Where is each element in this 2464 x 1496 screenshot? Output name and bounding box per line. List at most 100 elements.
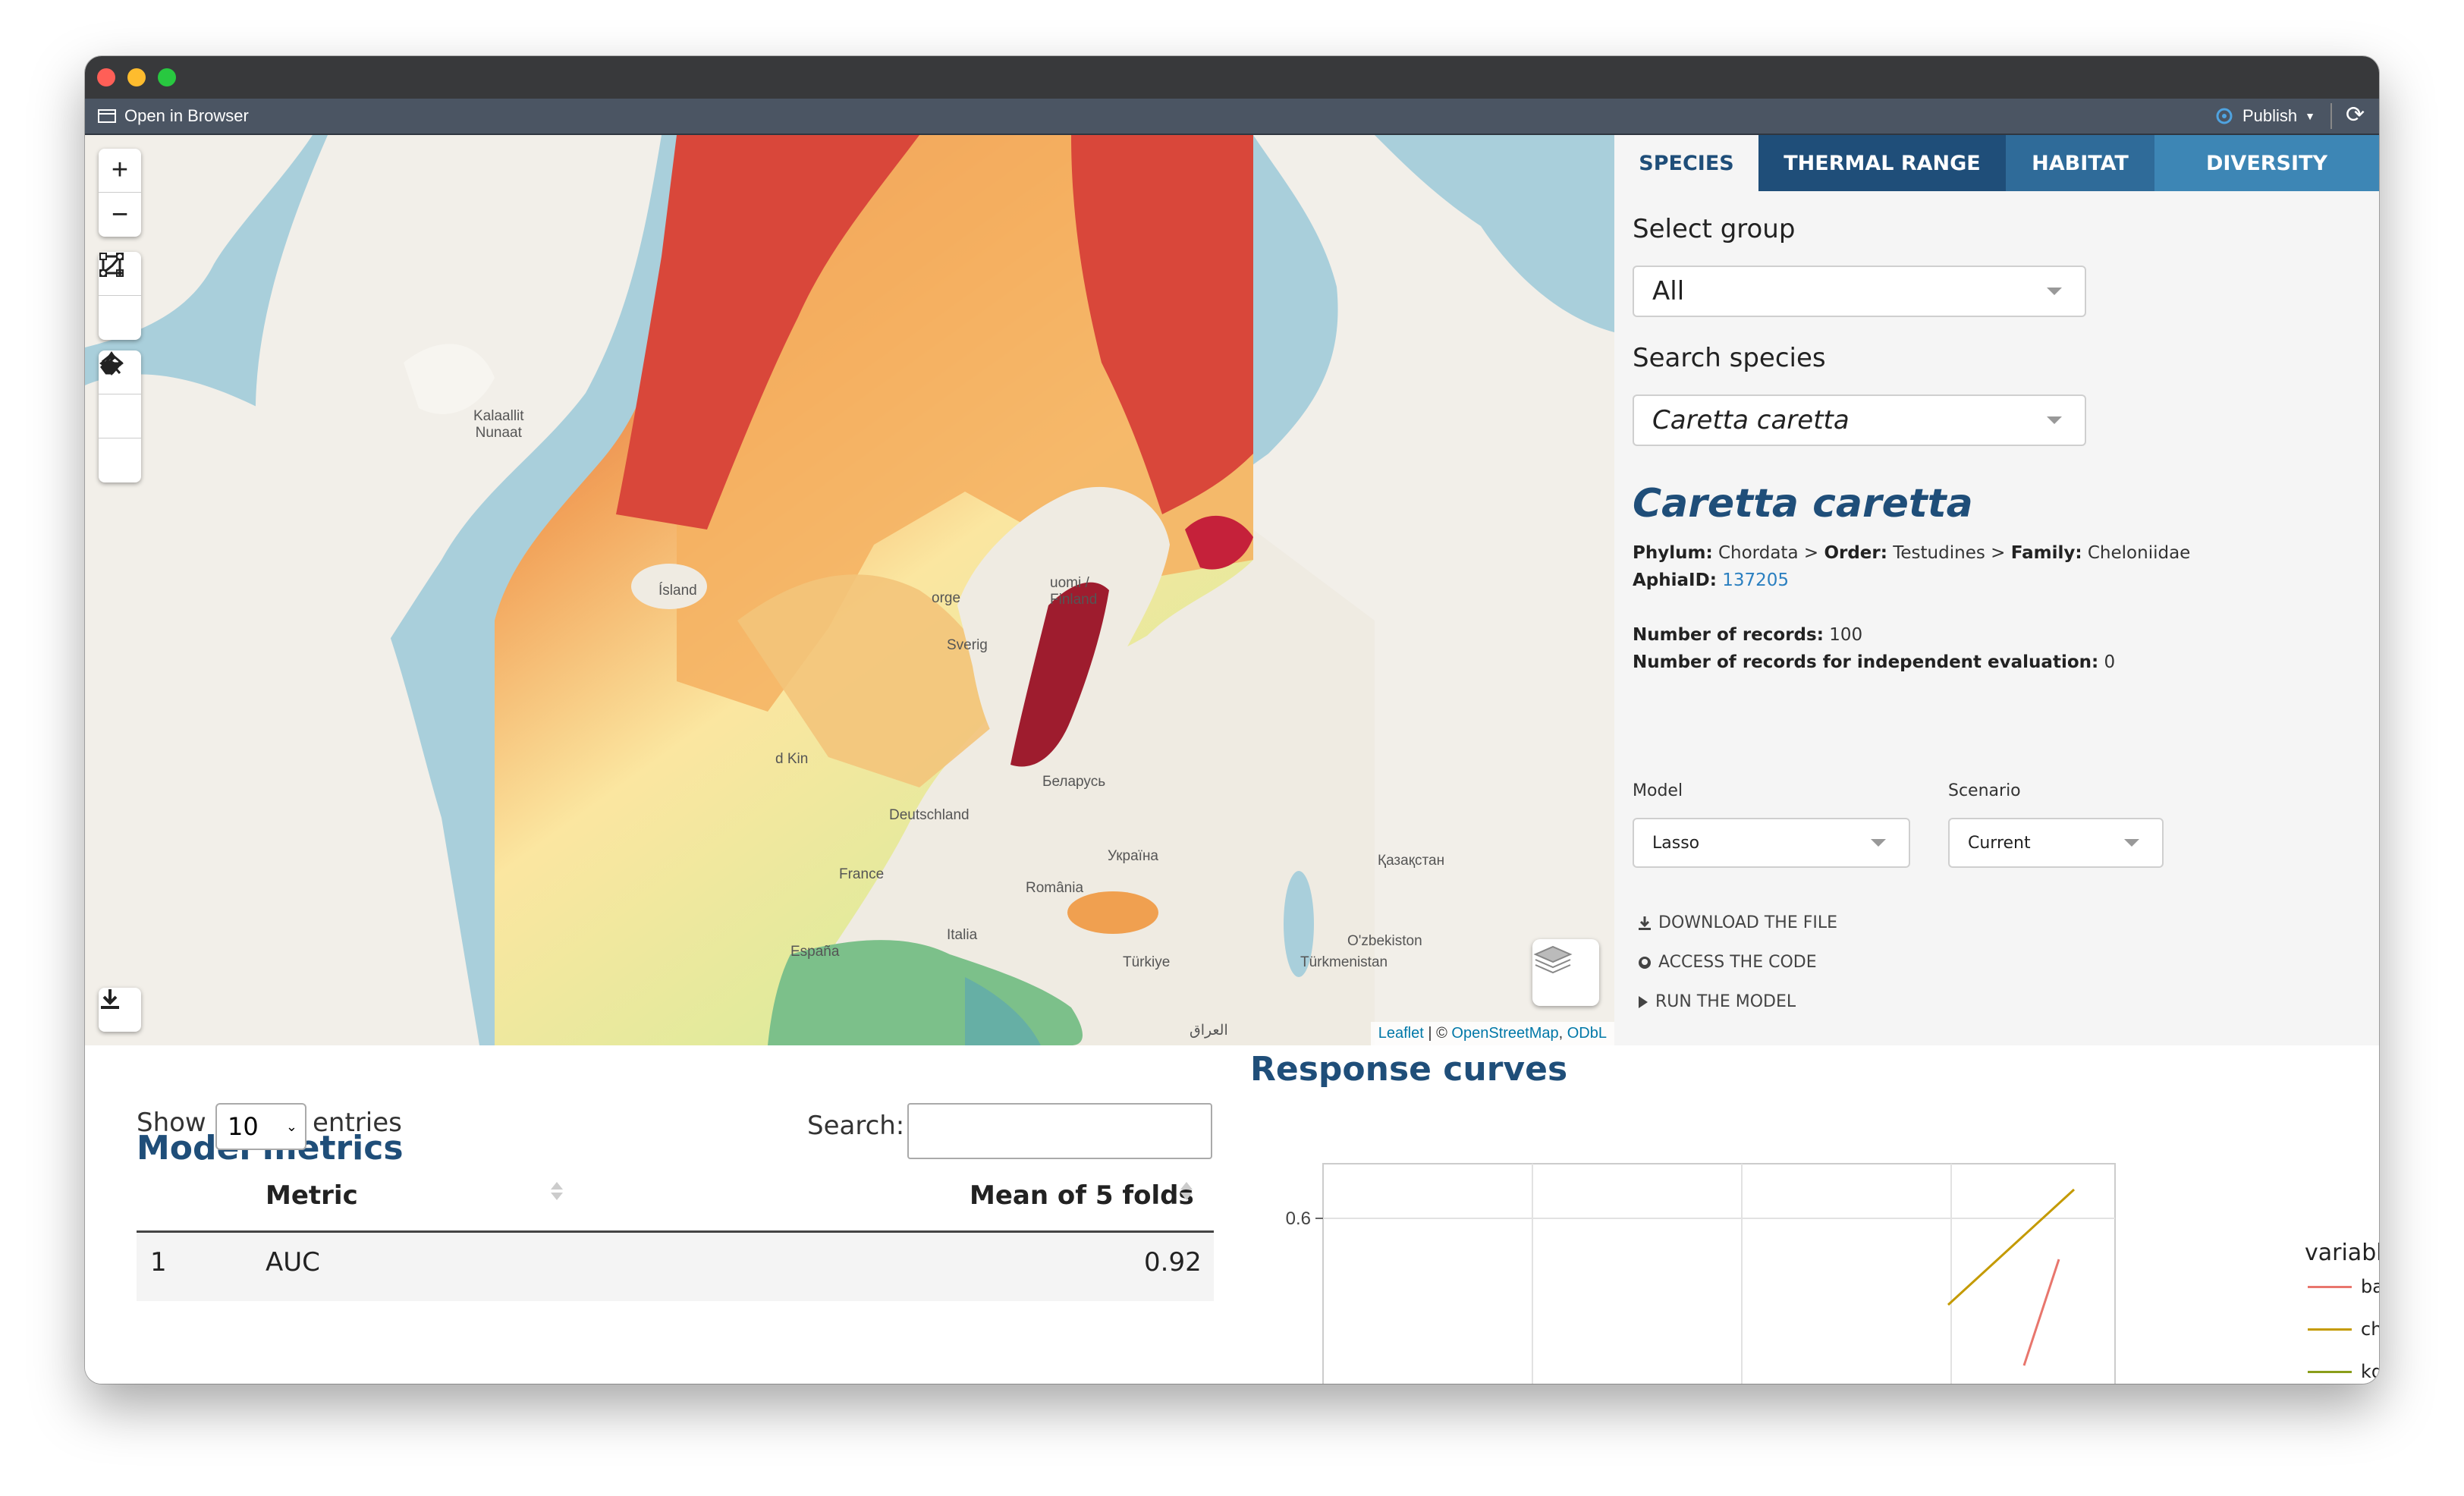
map-label-uzbekistan: O'zbekiston	[1347, 933, 1422, 949]
map-label-spain: España	[790, 944, 840, 960]
legend-title: variable	[2305, 1240, 2379, 1266]
download-map-control	[99, 988, 141, 1032]
refresh-icon: ⟳	[2346, 102, 2365, 127]
map-canvas	[85, 135, 1614, 1045]
refresh-button[interactable]: ⟳	[2346, 102, 2365, 128]
species-title: Caretta caretta	[1633, 481, 1973, 526]
access-code-button[interactable]: ACCESS THE CODE	[1637, 953, 1817, 972]
independent-records-label: Number of records for independent evalua…	[1633, 652, 2099, 672]
draw-toolbar	[99, 252, 141, 340]
chevron-down-icon: ⌄	[285, 1118, 297, 1135]
legend-swatch	[2308, 1328, 2352, 1331]
open-in-browser-button[interactable]: Open in Browser	[97, 106, 249, 126]
scenario-dropdown[interactable]: Current	[1948, 818, 2164, 868]
model-dropdown[interactable]: Lasso	[1633, 818, 1910, 868]
map-label-iceland: Ísland	[658, 583, 697, 599]
legend-item: chl_mean	[2308, 1318, 2379, 1340]
legend-label: chl_mean	[2361, 1318, 2379, 1340]
run-model-button[interactable]: RUN THE MODEL	[1637, 992, 1796, 1011]
sort-icon	[1180, 1182, 1193, 1200]
records-value: 100	[1829, 625, 1863, 645]
response-chart-svg: 0.6	[1286, 1163, 2116, 1384]
zoom-out-button[interactable]: −	[99, 193, 141, 237]
app-window: Open in Browser Publish ▼ ⟳ Kalaallit Nu…	[85, 56, 2379, 1384]
attribution-separator: | ©	[1423, 1025, 1452, 1042]
publish-button[interactable]: Publish ▼	[2214, 106, 2315, 126]
delete-layers-button[interactable]	[99, 353, 141, 482]
species-sidebar: SPECIES THERMAL RANGE HABITAT DIVERSITY …	[1614, 135, 2379, 1045]
eraser-icon	[100, 353, 124, 375]
metric-column-header[interactable]: Metric	[266, 1180, 358, 1211]
github-icon	[1639, 956, 1651, 969]
select-group-dropdown[interactable]: All	[1633, 266, 2086, 317]
download-file-label: DOWNLOAD THE FILE	[1658, 913, 1838, 932]
map-label-france: France	[839, 866, 885, 882]
map-label-finland: uomi / Finland	[1050, 575, 1098, 608]
leaflet-link[interactable]: Leaflet	[1378, 1025, 1424, 1042]
leaflet-map[interactable]: Kalaallit Nunaat Ísland orge uomi / Finl…	[85, 135, 1614, 1045]
close-window-button[interactable]	[97, 68, 115, 86]
map-label-norway: orge	[932, 590, 961, 606]
chevron-down-icon	[2047, 416, 2062, 424]
order-value: Testudines	[1893, 543, 1985, 563]
open-in-browser-label: Open in Browser	[124, 106, 249, 125]
browser-icon	[98, 109, 116, 123]
run-model-label: RUN THE MODEL	[1655, 992, 1796, 1011]
zoom-in-button[interactable]: +	[99, 149, 141, 193]
show-label: Show	[137, 1108, 206, 1138]
independent-records-value: 0	[2104, 652, 2116, 672]
download-file-button[interactable]: DOWNLOAD THE FILE	[1637, 913, 1837, 932]
publish-icon	[2216, 108, 2233, 124]
polyline-icon	[99, 253, 124, 277]
map-label-turkmenistan: Türkmenistan	[1300, 954, 1388, 970]
minimize-window-button[interactable]	[127, 68, 146, 86]
aphia-label: AphiaID:	[1633, 570, 1717, 590]
scenario-label: Scenario	[1948, 781, 2021, 800]
tab-species[interactable]: SPECIES	[1614, 135, 1758, 191]
title-bar	[85, 56, 2379, 99]
legend-label: kdpar_mean	[2361, 1361, 2379, 1382]
access-code-label: ACCESS THE CODE	[1658, 953, 1817, 972]
row-mean: 0.92	[1144, 1247, 1202, 1278]
family-value: Cheloniidae	[2087, 543, 2191, 563]
map-attribution: Leaflet | © OpenStreetMap, ODbL	[1370, 1022, 1614, 1045]
download-icon	[101, 989, 119, 1009]
draw-polyline-button[interactable]	[99, 253, 141, 340]
search-species-dropdown[interactable]: Caretta caretta	[1633, 394, 2086, 446]
map-label-romania: România	[1026, 880, 1084, 896]
family-label: Family:	[2010, 543, 2082, 563]
y-tick-label: 0.6	[1286, 1208, 1311, 1229]
response-curves-chart: 0.6	[1258, 1146, 2130, 1384]
download-icon	[1639, 916, 1651, 930]
download-map-button[interactable]	[99, 988, 141, 1032]
chevron-down-icon: ▼	[2305, 110, 2316, 122]
tab-diversity[interactable]: DIVERSITY	[2154, 135, 2379, 191]
entries-label: entries	[313, 1108, 402, 1138]
mean-column-header[interactable]: Mean of 5 folds	[970, 1180, 1194, 1211]
tab-bar: SPECIES THERMAL RANGE HABITAT DIVERSITY	[1614, 135, 2379, 191]
aphia-id-link[interactable]: 137205	[1722, 570, 1789, 590]
minus-icon: −	[111, 198, 129, 231]
publish-label: Publish	[2242, 106, 2298, 125]
map-label-iraq: العراق	[1190, 1023, 1228, 1039]
entries-select-value: 10	[228, 1112, 259, 1141]
phylum-label: Phylum:	[1633, 543, 1713, 563]
table-search-input[interactable]	[907, 1103, 1212, 1159]
response-curves-title: Response curves	[1250, 1050, 1568, 1089]
move-button[interactable]	[99, 351, 141, 438]
tab-habitat[interactable]: HABITAT	[2006, 135, 2154, 191]
scenario-value: Current	[1968, 833, 2031, 853]
odbl-link[interactable]: ODbL	[1567, 1025, 1607, 1042]
zoom-control: + −	[99, 149, 141, 237]
map-label-ukraine: Україна	[1108, 848, 1159, 864]
plus-icon: +	[111, 154, 129, 186]
maximize-window-button[interactable]	[158, 68, 176, 86]
openstreetmap-link[interactable]: OpenStreetMap	[1451, 1025, 1558, 1042]
entries-select[interactable]: 10 ⌄	[215, 1103, 306, 1150]
map-label-belarus: Беларусь	[1042, 774, 1106, 790]
tab-thermal-range[interactable]: THERMAL RANGE	[1758, 135, 2006, 191]
layers-button[interactable]	[1532, 939, 1599, 1006]
records-line: Number of records: 100	[1633, 625, 1862, 645]
map-label-turkiye: Türkiye	[1123, 954, 1171, 970]
map-label-italy: Italia	[947, 927, 978, 943]
